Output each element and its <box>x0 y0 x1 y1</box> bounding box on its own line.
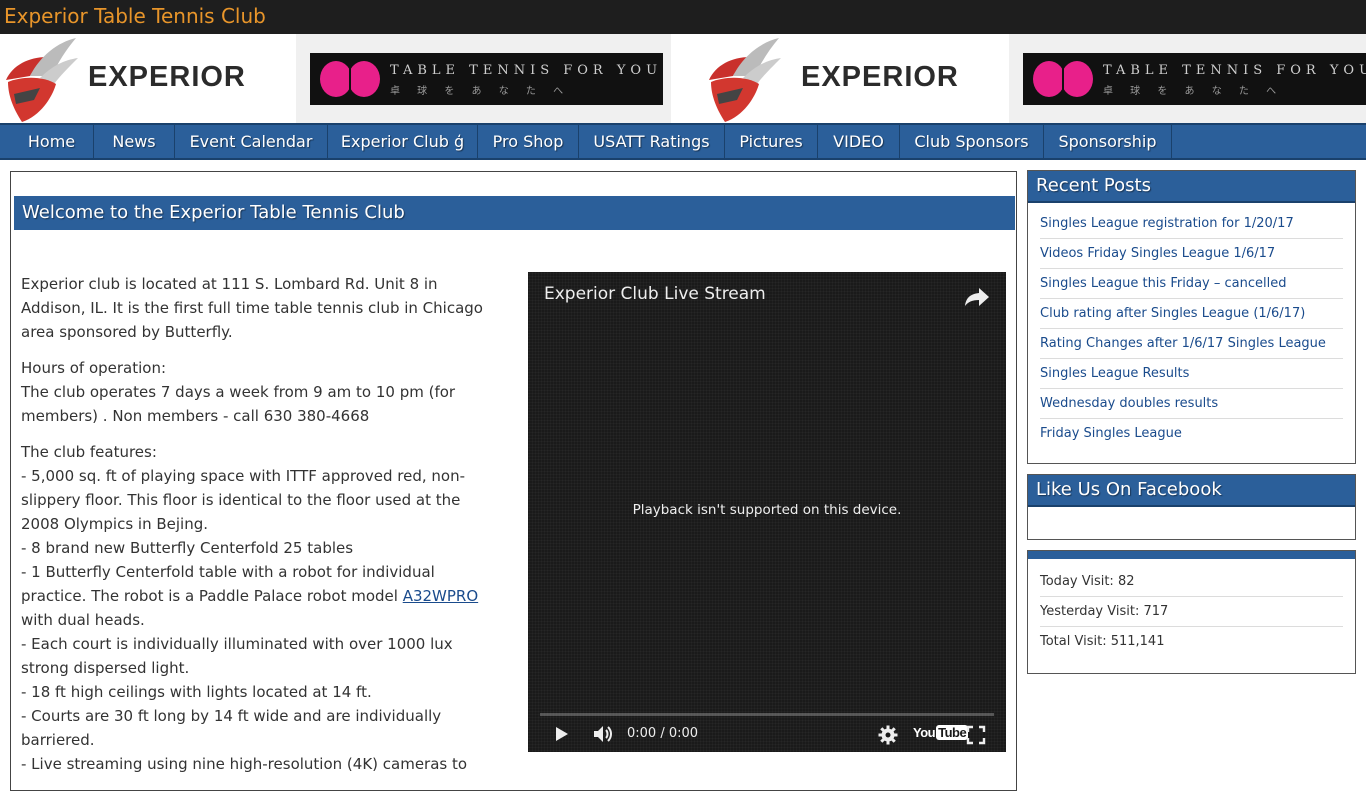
settings-gear-icon[interactable] <box>878 725 898 745</box>
butterfly-tagline-japanese: 卓 球 を あ な た へ <box>1103 86 1284 97</box>
butterfly-tagline-japanese: 卓 球 を あ な た へ <box>390 86 571 97</box>
site-header: Experior Table Tennis Club <box>0 0 1366 34</box>
video-time: 0:00 / 0:00 <box>627 726 699 741</box>
sponsor-banner: EXPERIOR TABLE TENNIS FOR YOU 卓 球 を あ な … <box>0 34 1366 123</box>
hours-heading: Hours of operation: <box>21 359 167 377</box>
feature-floor: - 5,000 sq. ft of playing space with ITT… <box>21 467 465 533</box>
youtube-logo[interactable]: You Tube <box>913 725 969 740</box>
nav-news[interactable]: News <box>94 125 175 158</box>
feature-lighting: - Each court is individually illuminated… <box>21 635 453 677</box>
features-heading: The club features: <box>21 443 157 461</box>
recent-posts-title: Recent Posts <box>1028 171 1355 203</box>
feature-courts: - Courts are 30 ft long by 14 ft wide an… <box>21 707 442 749</box>
butterfly-icon <box>320 61 380 97</box>
facebook-widget: Like Us On Facebook <box>1027 474 1356 540</box>
nav-event-calendar[interactable]: Event Calendar <box>175 125 328 158</box>
butterfly-logo: TABLE TENNIS FOR YOU 卓 球 を あ な た へ <box>310 53 663 105</box>
playback-unsupported-message: Playback isn't supported on this device. <box>632 502 902 518</box>
video-title[interactable]: Experior Club Live Stream <box>544 284 766 304</box>
experior-logo-text: EXPERIOR <box>801 61 959 93</box>
recent-post-link[interactable]: Singles League this Friday – cancelled <box>1040 269 1343 299</box>
nav-pictures[interactable]: Pictures <box>725 125 818 158</box>
nav-video[interactable]: VIDEO <box>818 125 900 158</box>
feature-robot-heads: with dual heads. <box>21 611 145 629</box>
fullscreen-icon[interactable] <box>966 725 986 745</box>
experior-logo-2[interactable]: EXPERIOR <box>671 34 1009 123</box>
nav-experior-club[interactable]: Experior Club ģ <box>328 125 478 158</box>
site-title[interactable]: Experior Table Tennis Club <box>4 4 266 28</box>
recent-post-link[interactable]: Club rating after Singles League (1/6/17… <box>1040 299 1343 329</box>
stat-yesterday-visits: Yesterday Visit: 717 <box>1040 597 1343 627</box>
nav-pro-shop[interactable]: Pro Shop <box>478 125 579 158</box>
experior-wing-icon <box>709 38 781 122</box>
recent-post-link[interactable]: Wednesday doubles results <box>1040 389 1343 419</box>
features-block: The club features: - 5,000 sq. ft of pla… <box>21 440 501 776</box>
nav-home[interactable]: Home <box>10 125 94 158</box>
nav-sponsorship[interactable]: Sponsorship <box>1044 125 1172 158</box>
youtube-logo-you: You <box>913 725 936 740</box>
butterfly-logo: TABLE TENNIS FOR YOU 卓 球 を あ な た へ <box>1023 53 1366 105</box>
video-player[interactable]: Experior Club Live Stream Playback isn't… <box>528 272 1006 752</box>
hours-block: Hours of operation: The club operates 7 … <box>21 356 501 428</box>
feature-streaming: - Live streaming using nine high-resolut… <box>21 755 468 773</box>
page-title: Welcome to the Experior Table Tennis Clu… <box>14 196 1015 230</box>
video-progress-bar[interactable] <box>540 713 994 716</box>
recent-post-link[interactable]: Rating Changes after 1/6/17 Singles Leag… <box>1040 329 1343 359</box>
play-icon[interactable] <box>554 725 570 743</box>
volume-icon[interactable] <box>592 724 614 744</box>
visit-stats-header <box>1028 551 1355 559</box>
stat-today-visits: Today Visit: 82 <box>1040 567 1343 597</box>
recent-post-link[interactable]: Videos Friday Singles League 1/6/17 <box>1040 239 1343 269</box>
butterfly-banner-2[interactable]: TABLE TENNIS FOR YOU 卓 球 を あ な た へ <box>1009 34 1366 123</box>
stat-total-visits: Total Visit: 511,141 <box>1040 634 1165 649</box>
share-icon[interactable] <box>964 286 990 308</box>
experior-logo[interactable]: EXPERIOR <box>0 34 296 123</box>
recent-posts-list: Singles League registration for 1/20/17 … <box>1028 203 1355 454</box>
recent-post-link[interactable]: Singles League registration for 1/20/17 <box>1040 209 1343 239</box>
butterfly-tagline: TABLE TENNIS FOR YOU <box>1103 63 1366 78</box>
recent-posts-widget: Recent Posts Singles League registration… <box>1027 170 1356 464</box>
hours-text: The club operates 7 days a week from 9 a… <box>21 383 456 425</box>
main-content: Welcome to the Experior Table Tennis Clu… <box>10 171 1017 791</box>
butterfly-tagline: TABLE TENNIS FOR YOU <box>390 63 663 78</box>
recent-post-link[interactable]: Friday Singles League <box>1040 419 1343 448</box>
feature-robot: - 1 Butterfly Centerfold table with a ro… <box>21 563 435 605</box>
experior-wing-icon <box>6 38 78 122</box>
experior-logo-text: EXPERIOR <box>88 61 246 93</box>
butterfly-icon <box>1033 61 1093 97</box>
nav-usatt-ratings[interactable]: USATT Ratings <box>579 125 725 158</box>
feature-tables: - 8 brand new Butterfly Centerfold 25 ta… <box>21 539 354 557</box>
youtube-logo-tube: Tube <box>936 725 969 740</box>
recent-post-link[interactable]: Singles League Results <box>1040 359 1343 389</box>
visit-stats-list: Today Visit: 82 Yesterday Visit: 717 Tot… <box>1028 559 1355 662</box>
robot-model-link[interactable]: A32WPRO <box>403 587 478 605</box>
main-navigation: Home News Event Calendar Experior Club ģ… <box>0 123 1366 160</box>
facebook-widget-title: Like Us On Facebook <box>1028 475 1355 507</box>
intro-paragraph: Experior club is located at 111 S. Lomba… <box>21 275 483 341</box>
butterfly-banner[interactable]: TABLE TENNIS FOR YOU 卓 球 を あ な た へ <box>296 34 671 123</box>
visit-stats-widget: Today Visit: 82 Yesterday Visit: 717 Tot… <box>1027 550 1356 674</box>
feature-ceilings: - 18 ft high ceilings with lights locate… <box>21 683 372 701</box>
nav-club-sponsors[interactable]: Club Sponsors <box>900 125 1044 158</box>
article-body: Experior club is located at 111 S. Lomba… <box>21 272 501 788</box>
